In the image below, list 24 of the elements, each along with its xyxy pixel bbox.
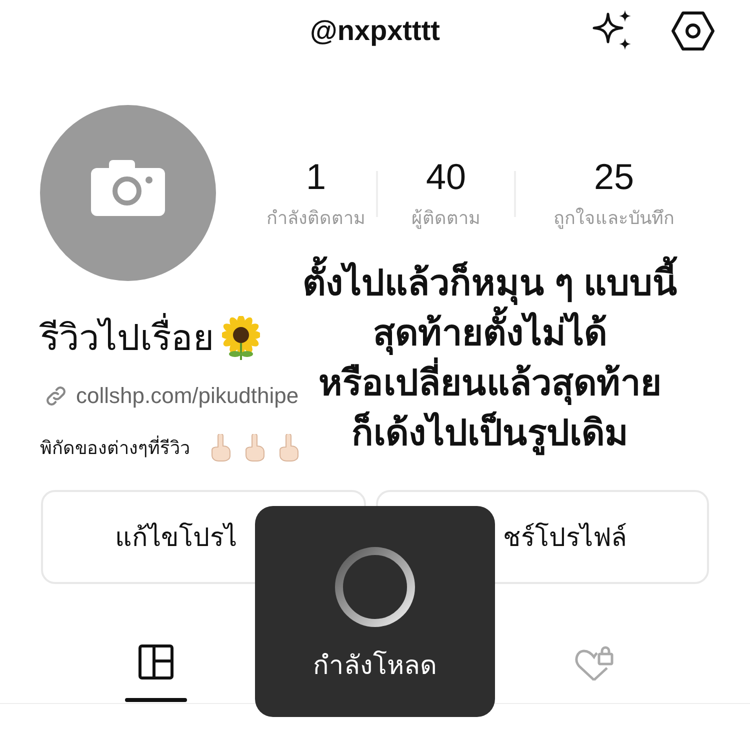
pointing-hand-icon — [210, 434, 232, 462]
grid-icon — [138, 644, 174, 680]
loading-text: กำลังโหลด — [313, 649, 437, 682]
pointing-hand-icon — [244, 434, 266, 462]
camera-icon — [91, 158, 165, 216]
username-title: @nxpxtttt — [310, 14, 440, 48]
stat-value: 25 — [594, 155, 634, 199]
caption-text: หรือเปลี่ยนแล้วสุดท้าย — [318, 358, 662, 408]
profile-link[interactable]: collshp.com/pikudthipe — [76, 379, 299, 412]
caption-text: ก็เด้งไปเป็นรูปเดิม — [352, 408, 628, 458]
spinner-icon — [334, 546, 416, 628]
stat-label: ถูกใจและบันทึก — [554, 206, 674, 231]
caption-text: สุดท้ายตั้งไม่ได้ — [373, 308, 607, 358]
stat-label: ผู้ติดตาม — [412, 207, 480, 231]
heart-lock-icon — [574, 644, 614, 684]
pointing-hand-icon — [278, 434, 300, 462]
stat-label: กำลังติดตาม — [266, 207, 366, 230]
settings-icon[interactable] — [671, 11, 715, 51]
stat-value: 40 — [426, 155, 466, 199]
link-icon — [44, 384, 68, 408]
sunflower-icon — [222, 316, 260, 360]
profile-bio: พิกัดของต่างๆที่รีวิว — [40, 434, 190, 460]
profile-name: รีวิวไปเรื่อย — [40, 311, 214, 365]
stat-value: 1 — [306, 155, 326, 199]
